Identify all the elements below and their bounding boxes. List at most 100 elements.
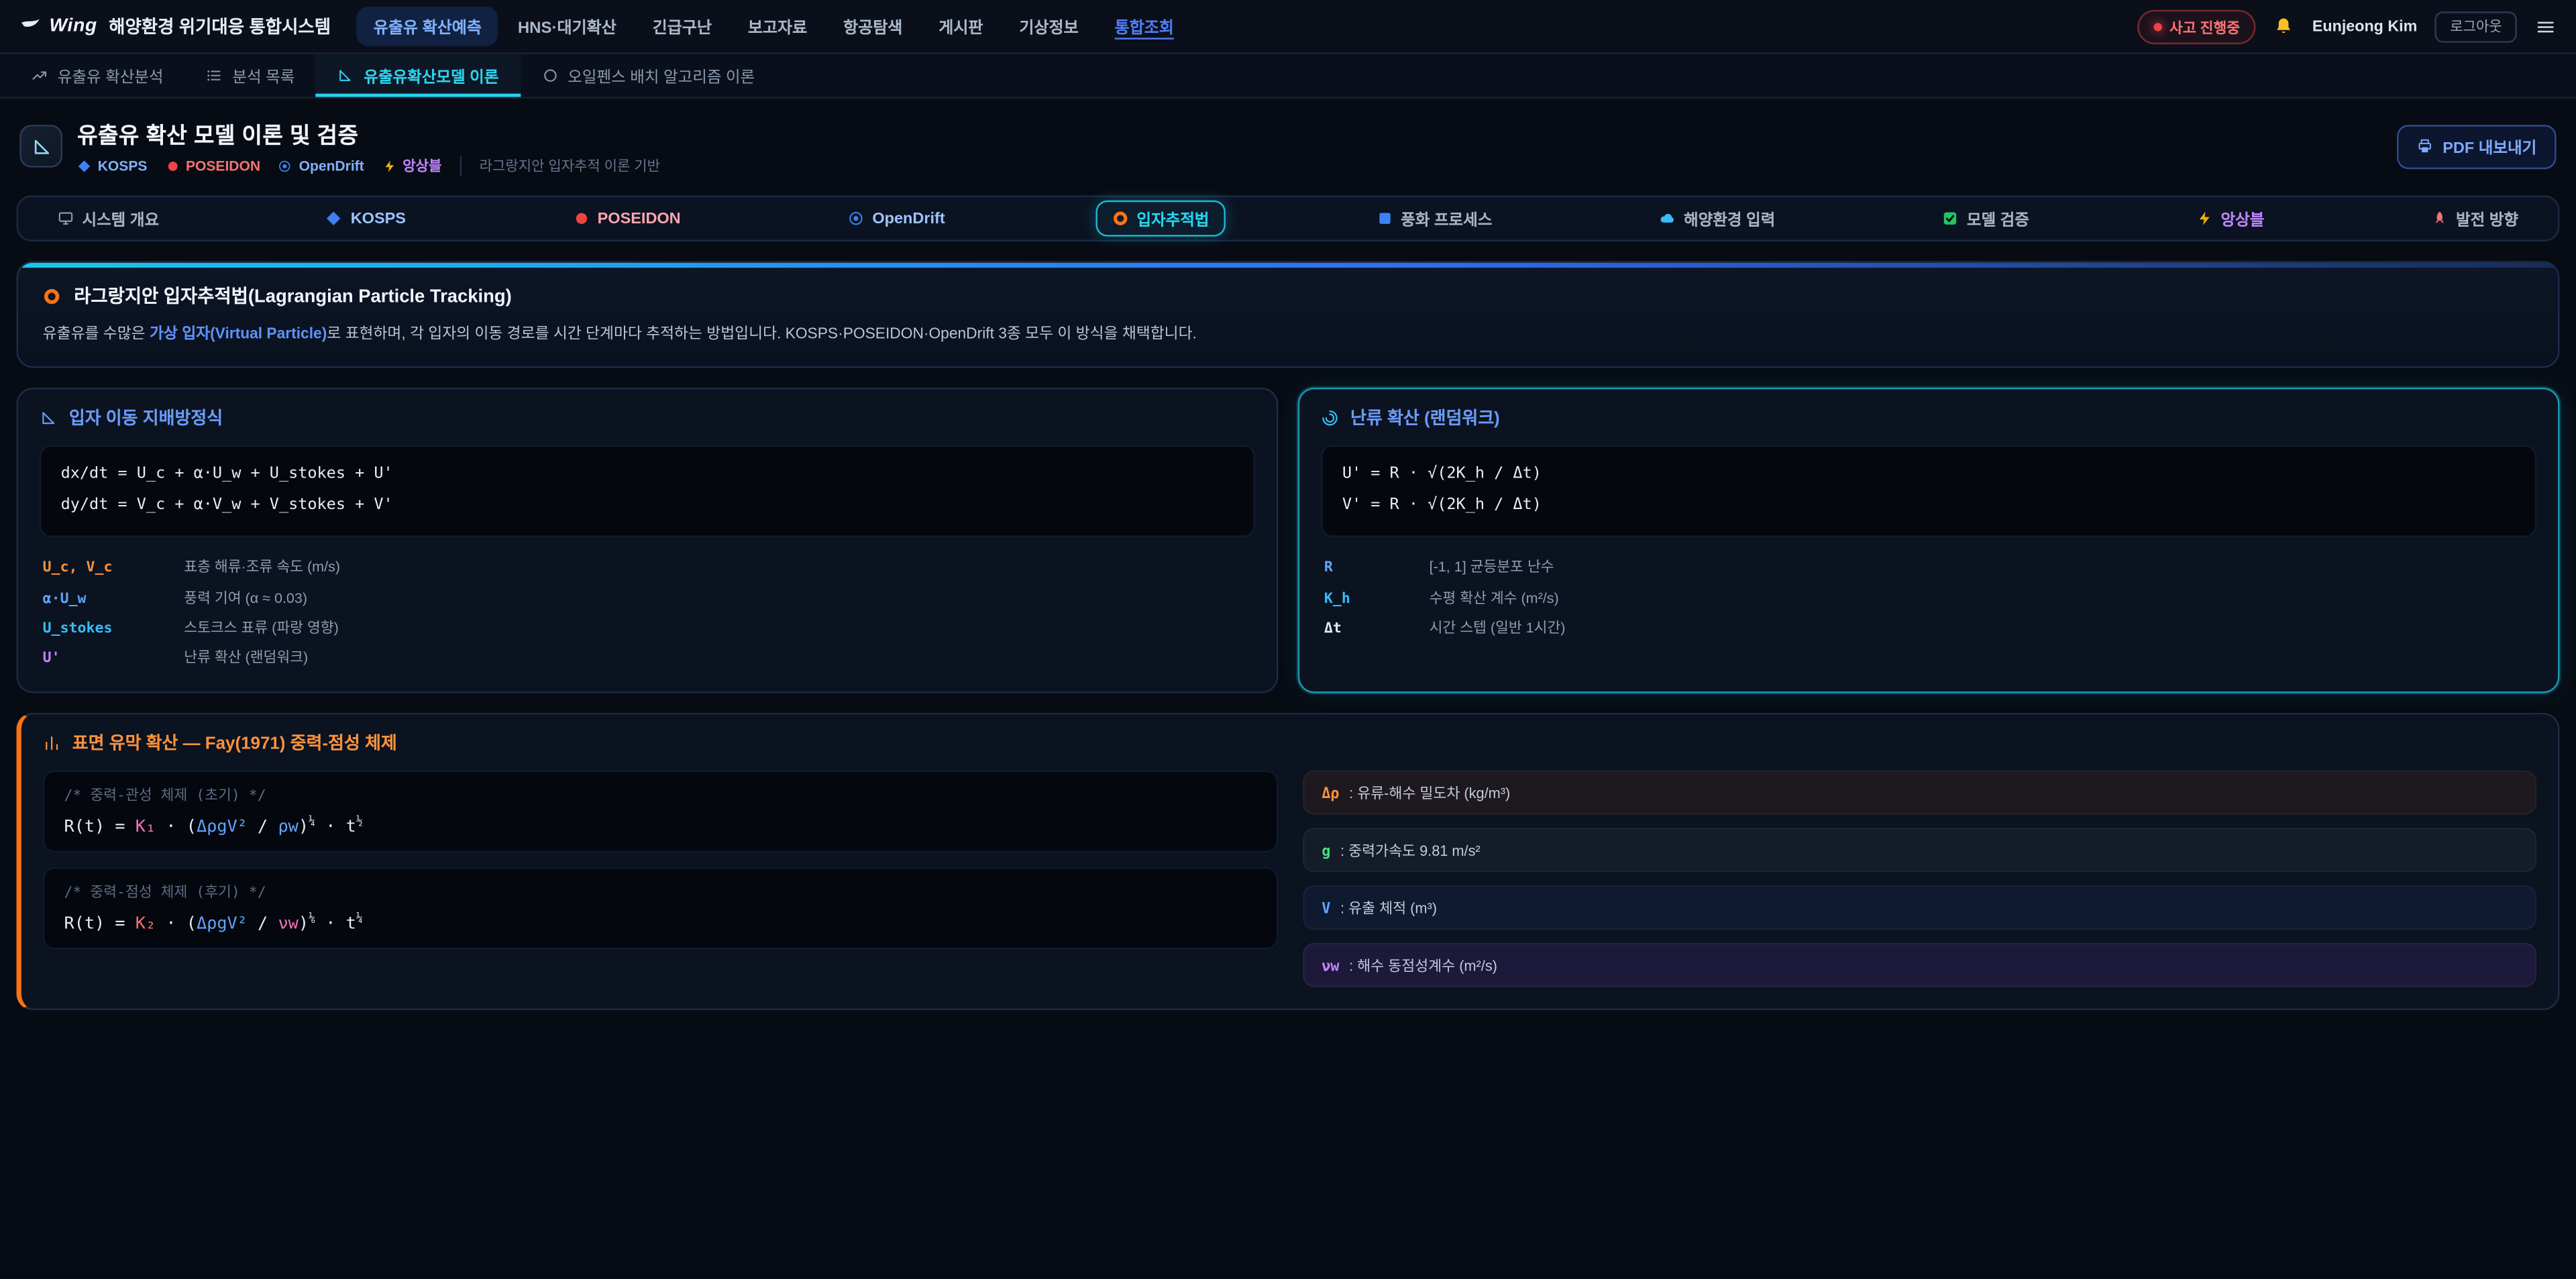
intro-desc-part: 가상 입자(Virtual Particle) (150, 325, 327, 341)
printer-icon (2416, 138, 2432, 154)
rocket-icon (2431, 210, 2447, 226)
dot-icon (573, 210, 589, 226)
legend-desc: 수평 확산 계수 (m²/s) (1430, 586, 2534, 607)
badge-kosps: KOSPS (77, 158, 147, 174)
sub-tab-bar: 유출유 확산분석분석 목록유출유확산모델 이론 오일펜스 배치 알고리즘 이론 (0, 54, 2576, 99)
tab-roadmap[interactable]: 발전 방향 (2415, 201, 2535, 237)
menu-icon[interactable] (2535, 15, 2557, 37)
target-icon (278, 159, 292, 173)
tab-poseidon[interactable]: POSEIDON (556, 203, 697, 234)
nav-integrated-query[interactable]: 통합조회 (1098, 7, 1190, 46)
badge-opendrift-label: OpenDrift (299, 158, 364, 174)
bar-chart-icon (43, 734, 61, 752)
legend-desc: 난류 확산 (랜덤워크) (184, 645, 1252, 667)
param-desc: : 유출 체적 (m³) (1340, 896, 1437, 917)
nav-aerial-search[interactable]: 항공탐색 (827, 7, 919, 46)
legend-desc: 풍력 기여 (α ≈ 0.03) (184, 586, 1252, 607)
ring-icon (1112, 210, 1128, 226)
pdf-export-button[interactable]: PDF 내보내기 (2397, 124, 2557, 168)
nav-hns-air-dispersion[interactable]: HNS·대기확산 (501, 7, 633, 46)
nav-oil-spill-forecast[interactable]: 유출유 확산예측 (357, 7, 498, 46)
governing-code-block: dx/dt = U_c + α·U_w + U_stokes + U' dy/d… (40, 446, 1255, 537)
badge-list: KOSPS POSEIDON OpenDrift 앙상블 (77, 156, 441, 176)
page-title: 유출유 확산 모델 이론 및 검증 (77, 117, 660, 150)
intro-description: 유출유를 수많은 가상 입자(Virtual Particle)로 표현하며, … (43, 322, 2534, 345)
governing-legend: U_c, V_c표층 해류·조류 속도 (m/s)α·U_w풍력 기여 (α ≈… (40, 551, 1255, 671)
tab-opendrift[interactable]: OpenDrift (831, 203, 961, 234)
legend-desc: [-1, 1] 균등분포 난수 (1430, 556, 2534, 577)
brand: Wing 해양환경 위기대응 통합시스템 (19, 13, 331, 40)
governing-card-title-row: 입자 이동 지배방정식 (40, 406, 1255, 431)
page-icon-tile (19, 125, 62, 168)
incident-dot-icon (2153, 22, 2161, 30)
circle-icon (541, 67, 557, 83)
subtab-oilfence-theory[interactable]: 오일펜스 배치 알고리즘 이론 (520, 54, 776, 97)
tab-system-overview[interactable]: 시스템 개요 (41, 201, 175, 237)
param-term: νw (1322, 958, 1339, 975)
nav-emergency-rescue[interactable]: 긴급구난 (636, 7, 728, 46)
subtab-analysis-list[interactable]: 분석 목록 (184, 54, 316, 97)
incident-status-badge: 사고 진행중 (2137, 9, 2257, 43)
set-square-icon (337, 67, 354, 83)
app-root: Wing 해양환경 위기대응 통합시스템 유출유 확산예측HNS·대기확산긴급구… (0, 0, 2576, 1279)
tab-validation-label: 모델 검증 (1967, 207, 2029, 230)
orange-ring-icon (43, 286, 61, 304)
param-term: V (1322, 901, 1330, 917)
turbulence-card-title: 난류 확산 (랜덤워크) (1350, 406, 1500, 431)
wing-logo-icon (19, 15, 41, 37)
tab-system-overview-label: 시스템 개요 (82, 207, 159, 230)
page-subtitle: 라그랑지안 입자추적 이론 기반 (460, 156, 660, 176)
top-navbar: Wing 해양환경 위기대응 통합시스템 유출유 확산예측HNS·대기확산긴급구… (0, 0, 2576, 54)
nav-report-materials[interactable]: 보고자료 (731, 7, 823, 46)
bolt-icon (382, 159, 396, 173)
badge-poseidon-label: POSEIDON (186, 158, 260, 174)
tab-poseidon-label: POSEIDON (598, 209, 681, 227)
legend-row: R[-1, 1] 균등분포 난수 (1321, 551, 2536, 581)
turbulence-card: 난류 확산 (랜덤워크) U' = R · √(2K_h / Δt) V' = … (1298, 388, 2560, 692)
tab-kosps-label: KOSPS (351, 209, 406, 227)
legend-term: α·U_w (43, 591, 184, 607)
user-name: Eunjeong Kim (2312, 17, 2417, 36)
subtab-oilfence-theory-label: 오일펜스 배치 알고리즘 이론 (568, 64, 755, 87)
legend-term: U_c, V_c (43, 561, 184, 577)
badge-ensemble: 앙상블 (382, 156, 442, 176)
dot-icon (165, 159, 179, 173)
chart-line-icon (32, 67, 48, 83)
turbulence-card-title-row: 난류 확산 (랜덤워크) (1321, 406, 2536, 431)
diamond-icon (326, 210, 342, 226)
legend-row: K_h수평 확산 계수 (m²/s) (1321, 581, 2536, 612)
fay-formula-column: /* 중력-관성 체제 (초기) */R(t) = K₁ · (ΔρgV² / … (43, 770, 1277, 987)
param-desc: : 중력가속도 9.81 m/s² (1340, 838, 1481, 860)
cloud-icon (1659, 210, 1675, 226)
check-square-icon (1942, 210, 1958, 226)
intro-desc-part: 유출유를 수많은 (43, 325, 150, 341)
tab-kosps[interactable]: KOSPS (309, 203, 422, 234)
fay-formula: R(t) = K₂ · (ΔρgV² / νw)⅙ · t¼ (64, 911, 1256, 934)
notifications-bell-icon[interactable] (2275, 16, 2294, 36)
subtab-model-theory[interactable]: 유출유확산모델 이론 (316, 54, 520, 97)
tab-ensemble-label: 앙상블 (2221, 207, 2265, 230)
tab-validation[interactable]: 모델 검증 (1926, 201, 2046, 237)
tab-weathering[interactable]: 풍화 프로세스 (1360, 201, 1509, 237)
nav-weather-info[interactable]: 기상정보 (1003, 7, 1095, 46)
tab-ocean-env[interactable]: 해양환경 입력 (1643, 201, 1792, 237)
legend-row: U'난류 확산 (랜덤워크) (40, 641, 1255, 671)
subtab-spill-analysis[interactable]: 유출유 확산분석 (10, 54, 185, 97)
tab-particle-tracking[interactable]: 입자추적법 (1095, 201, 1226, 237)
tab-opendrift-label: OpenDrift (872, 209, 945, 227)
fay-param-delta-rho: Δρ : 유류-해수 밀도차 (kg/m³) (1302, 770, 2536, 814)
param-desc: : 유류-해수 밀도차 (kg/m³) (1349, 781, 1510, 803)
equation-cards-row: 입자 이동 지배방정식 dx/dt = U_c + α·U_w + U_stok… (16, 388, 2559, 692)
tab-ensemble[interactable]: 앙상블 (2180, 201, 2281, 237)
fay-formula-block: /* 중력-점성 체제 (후기) */R(t) = K₂ · (ΔρgV² / … (43, 867, 1277, 950)
fay-comment: /* 중력-관성 체제 (초기) */ (64, 783, 1256, 804)
fay-card-title-row: 표면 유막 확산 — Fay(1971) 중력-점성 체제 (43, 730, 2537, 755)
param-term: Δρ (1322, 786, 1339, 802)
logout-button[interactable]: 로그아웃 (2435, 11, 2517, 42)
diamond-icon (77, 159, 91, 173)
tab-particle-tracking-label: 입자추적법 (1136, 207, 1209, 230)
fay-param-volume: V : 유출 체적 (m³) (1302, 885, 2536, 929)
governing-equation-card: 입자 이동 지배방정식 dx/dt = U_c + α·U_w + U_stok… (16, 388, 1278, 692)
nav-bulletin-board[interactable]: 게시판 (922, 7, 1000, 46)
tab-ocean-env-label: 해양환경 입력 (1684, 207, 1775, 230)
